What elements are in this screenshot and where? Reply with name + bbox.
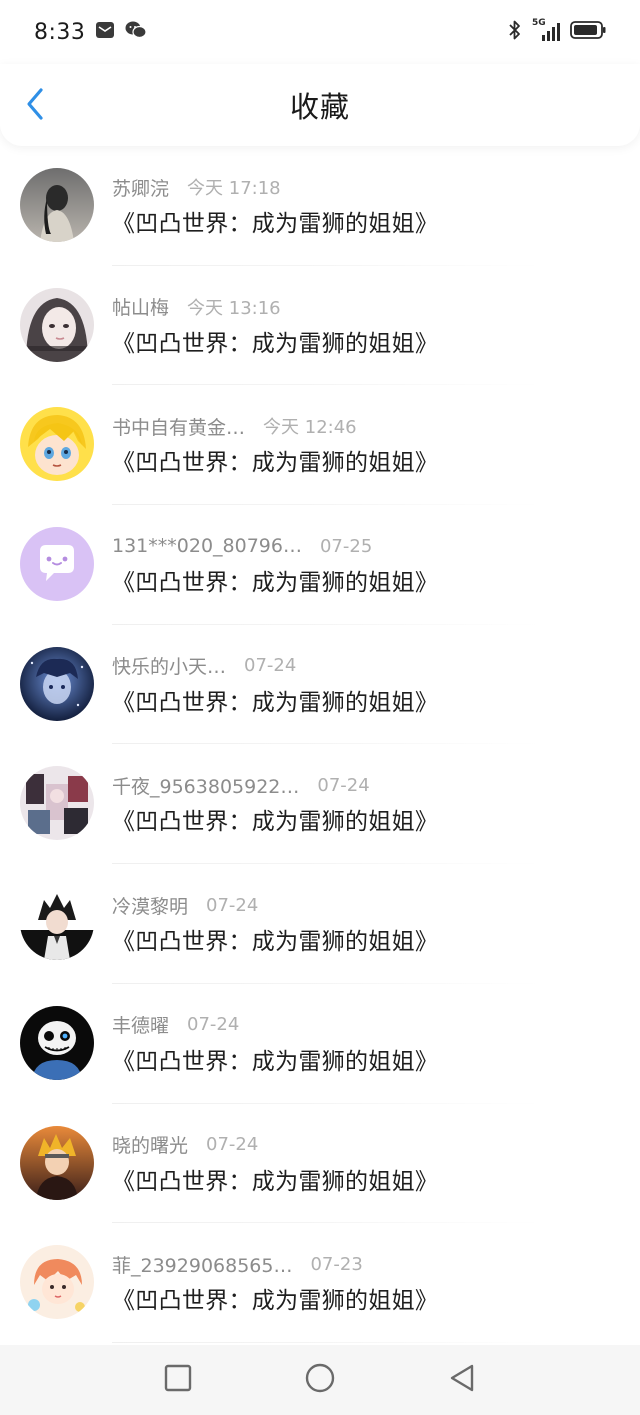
date-label: 07-24 [244, 655, 297, 677]
recent-apps-button[interactable] [162, 1364, 194, 1396]
avatar[interactable] [20, 407, 94, 482]
avatar[interactable] [20, 646, 94, 721]
book-title[interactable]: 《凹凸世界：成为雷狮的姐姐》 [112, 443, 438, 477]
book-title[interactable]: 《凹凸世界：成为雷狮的姐姐》 [112, 324, 438, 358]
avatar[interactable] [20, 527, 94, 602]
item-meta: 晓的曙光 07-24 [112, 1132, 258, 1158]
date-label: 07-24 [206, 1134, 259, 1155]
book-title[interactable]: 《凹凸世界：成为雷狮的姐姐》 [112, 683, 438, 717]
username[interactable]: 菲_23929068565… [112, 1251, 292, 1278]
avatar[interactable] [20, 1125, 94, 1200]
book-title[interactable]: 《凹凸世界：成为雷狮的姐姐》 [112, 1281, 438, 1315]
username[interactable]: 书中自有黄金… [112, 413, 245, 440]
username[interactable]: 千夜_9563805922… [112, 772, 299, 799]
triangle-back-icon [448, 1363, 476, 1397]
system-nav-bar [0, 1345, 640, 1415]
date-label: 07-24 [317, 774, 370, 796]
back-nav-button[interactable] [446, 1364, 478, 1396]
book-title[interactable]: 《凹凸世界：成为雷狮的姐姐》 [112, 563, 438, 597]
status-right: 5G [508, 18, 606, 45]
battery-icon [570, 20, 606, 44]
item-meta: 帖山梅 今天 13:16 [112, 294, 281, 320]
book-title[interactable]: 《凹凸世界：成为雷狮的姐姐》 [112, 1042, 438, 1076]
book-title[interactable]: 《凹凸世界：成为雷狮的姐姐》 [112, 922, 438, 956]
item-meta: 书中自有黄金… 今天 12:46 [112, 413, 357, 439]
wechat-notification-icon [125, 20, 148, 44]
avatar[interactable] [20, 766, 94, 841]
username[interactable]: 131***020_80796… [112, 535, 302, 557]
chevron-left-icon [25, 87, 45, 125]
network-type-label: 5G [532, 18, 546, 28]
username[interactable]: 晓的曙光 [112, 1131, 188, 1158]
username[interactable]: 丰德曜 [112, 1011, 169, 1038]
avatar[interactable] [20, 287, 94, 362]
status-time: 8:33 [34, 19, 86, 45]
list-item[interactable]: 晓的曙光 07-24 《凹凸世界：成为雷狮的姐姐》 [0, 1104, 640, 1224]
date-label: 07-23 [310, 1253, 363, 1275]
cellular-signal-icon: 5G [532, 18, 560, 43]
list-item[interactable]: 131***020_80796… 07-25 《凹凸世界：成为雷狮的姐姐》 [0, 505, 640, 625]
date-label: 07-25 [319, 535, 373, 557]
bluetooth-icon [508, 19, 522, 45]
list-item[interactable]: 苏卿浣 今天 17:18 《凹凸世界：成为雷狮的姐姐》 [0, 146, 640, 266]
status-bar: 8:33 5G [0, 0, 640, 64]
divider [112, 1341, 542, 1343]
status-left: 8:33 [34, 19, 148, 45]
item-meta: 菲_23929068565… 07-23 [112, 1251, 363, 1277]
favorites-list: 苏卿浣 今天 17:18 《凹凸世界：成为雷狮的姐姐》 帖山梅 今天 13:16… [0, 146, 640, 1343]
username[interactable]: 快乐的小天… [112, 652, 226, 679]
list-item[interactable]: 千夜_9563805922… 07-24 《凹凸世界：成为雷狮的姐姐》 [0, 744, 640, 865]
avatar[interactable] [20, 1245, 94, 1320]
avatar[interactable] [20, 1005, 94, 1080]
date-label: 今天 13:16 [187, 297, 281, 319]
item-meta: 千夜_9563805922… 07-24 [112, 772, 370, 798]
square-icon [164, 1364, 192, 1396]
item-meta: 131***020_80796… 07-25 [112, 533, 372, 559]
list-item[interactable]: 菲_23929068565… 07-23 《凹凸世界：成为雷狮的姐姐》 [0, 1223, 640, 1343]
date-label: 07-24 [187, 1014, 240, 1036]
header-bar: 收藏 [0, 64, 640, 146]
circle-icon [305, 1363, 335, 1397]
back-button[interactable] [20, 88, 50, 124]
list-item[interactable]: 书中自有黄金… 今天 12:46 《凹凸世界：成为雷狮的姐姐》 [0, 385, 640, 506]
item-meta: 快乐的小天… 07-24 [112, 653, 296, 679]
item-meta: 冷漠黎明 07-24 [112, 892, 258, 918]
username[interactable]: 苏卿浣 [112, 174, 169, 201]
date-label: 今天 12:46 [263, 417, 357, 439]
username[interactable]: 帖山梅 [112, 293, 169, 320]
list-item[interactable]: 快乐的小天… 07-24 《凹凸世界：成为雷狮的姐姐》 [0, 625, 640, 745]
list-item[interactable]: 帖山梅 今天 13:16 《凹凸世界：成为雷狮的姐姐》 [0, 266, 640, 386]
page-title: 收藏 [289, 90, 350, 124]
date-label: 07-24 [206, 894, 259, 916]
book-title[interactable]: 《凹凸世界：成为雷狮的姐姐》 [112, 1162, 438, 1196]
list-item[interactable]: 冷漠黎明 07-24 《凹凸世界：成为雷狮的姐姐》 [0, 864, 640, 984]
home-button[interactable] [304, 1363, 336, 1397]
username[interactable]: 冷漠黎明 [112, 892, 188, 919]
date-label: 今天 17:18 [187, 178, 281, 199]
avatar[interactable] [20, 886, 94, 961]
book-title[interactable]: 《凹凸世界：成为雷狮的姐姐》 [112, 204, 438, 238]
book-title[interactable]: 《凹凸世界：成为雷狮的姐姐》 [112, 802, 438, 836]
item-meta: 苏卿浣 今天 17:18 [112, 174, 281, 200]
item-meta: 丰德曜 07-24 [112, 1012, 239, 1038]
avatar[interactable] [20, 168, 94, 242]
mail-notification-icon [95, 20, 115, 44]
list-item[interactable]: 丰德曜 07-24 《凹凸世界：成为雷狮的姐姐》 [0, 984, 640, 1104]
